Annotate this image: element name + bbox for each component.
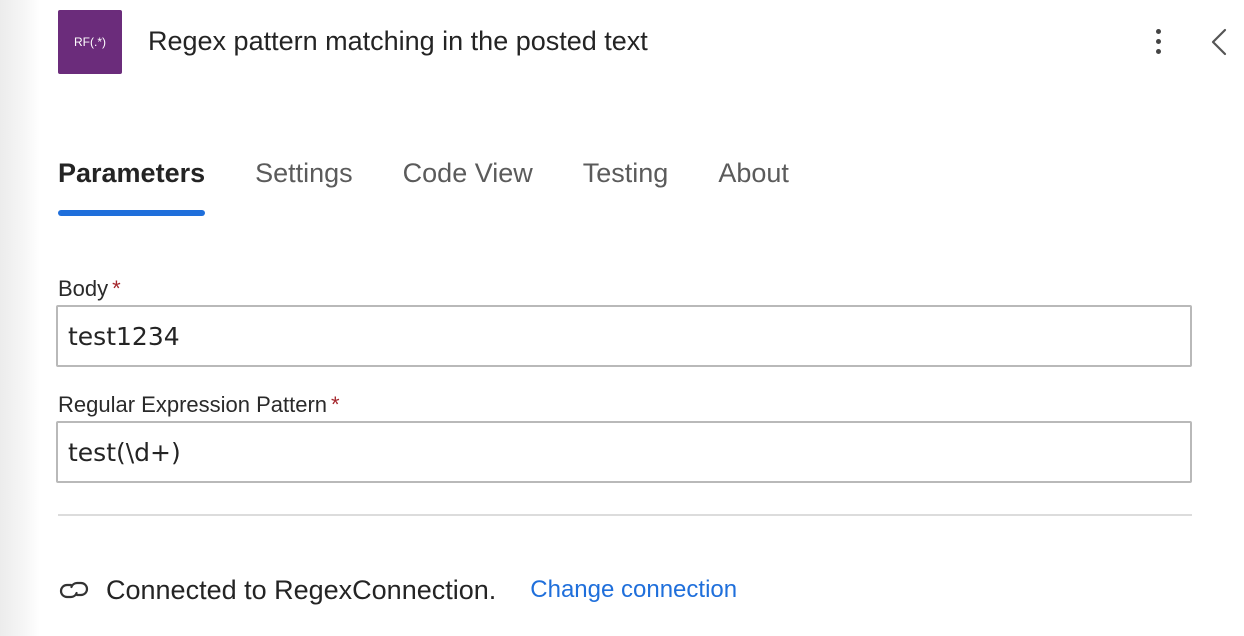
action-header: RF(.*) Regex pattern matching in the pos… (58, 10, 1238, 74)
tab-about[interactable]: About (718, 158, 789, 218)
more-dot (1155, 38, 1161, 44)
tab-settings[interactable]: Settings (255, 158, 353, 218)
tab-parameters[interactable]: Parameters (58, 158, 206, 218)
connector-logo-text: RF(.*) (74, 35, 106, 49)
pattern-field-label: Regular Expression Pattern * (58, 392, 340, 418)
regex-pattern-input[interactable] (56, 421, 1192, 483)
chevron-left-icon (1211, 28, 1227, 56)
more-dot (1155, 48, 1161, 54)
more-options-button[interactable] (1144, 24, 1172, 58)
pattern-label-text: Regular Expression Pattern (58, 392, 328, 417)
action-title[interactable]: Regex pattern matching in the posted tex… (148, 26, 648, 57)
more-dot (1155, 28, 1161, 34)
connector-logo: RF(.*) (58, 10, 122, 74)
body-input[interactable] (56, 305, 1192, 367)
collapse-panel-button[interactable] (1204, 24, 1236, 60)
required-marker: * (112, 276, 121, 301)
body-field-label: Body * (58, 276, 121, 302)
tab-testing[interactable]: Testing (583, 158, 669, 218)
link-icon (59, 581, 89, 599)
section-divider (58, 514, 1192, 516)
tab-code-view[interactable]: Code View (403, 158, 533, 218)
tab-bar: Parameters Settings Code View Testing Ab… (58, 158, 839, 220)
connection-text: Connected to RegexConnection. (106, 574, 497, 605)
required-marker: * (331, 392, 340, 417)
change-connection-link[interactable]: Change connection (530, 576, 737, 604)
body-label-text: Body (58, 276, 109, 301)
connection-status: Connected to RegexConnection. Change con… (58, 570, 737, 610)
left-panel-edge (0, 0, 40, 636)
